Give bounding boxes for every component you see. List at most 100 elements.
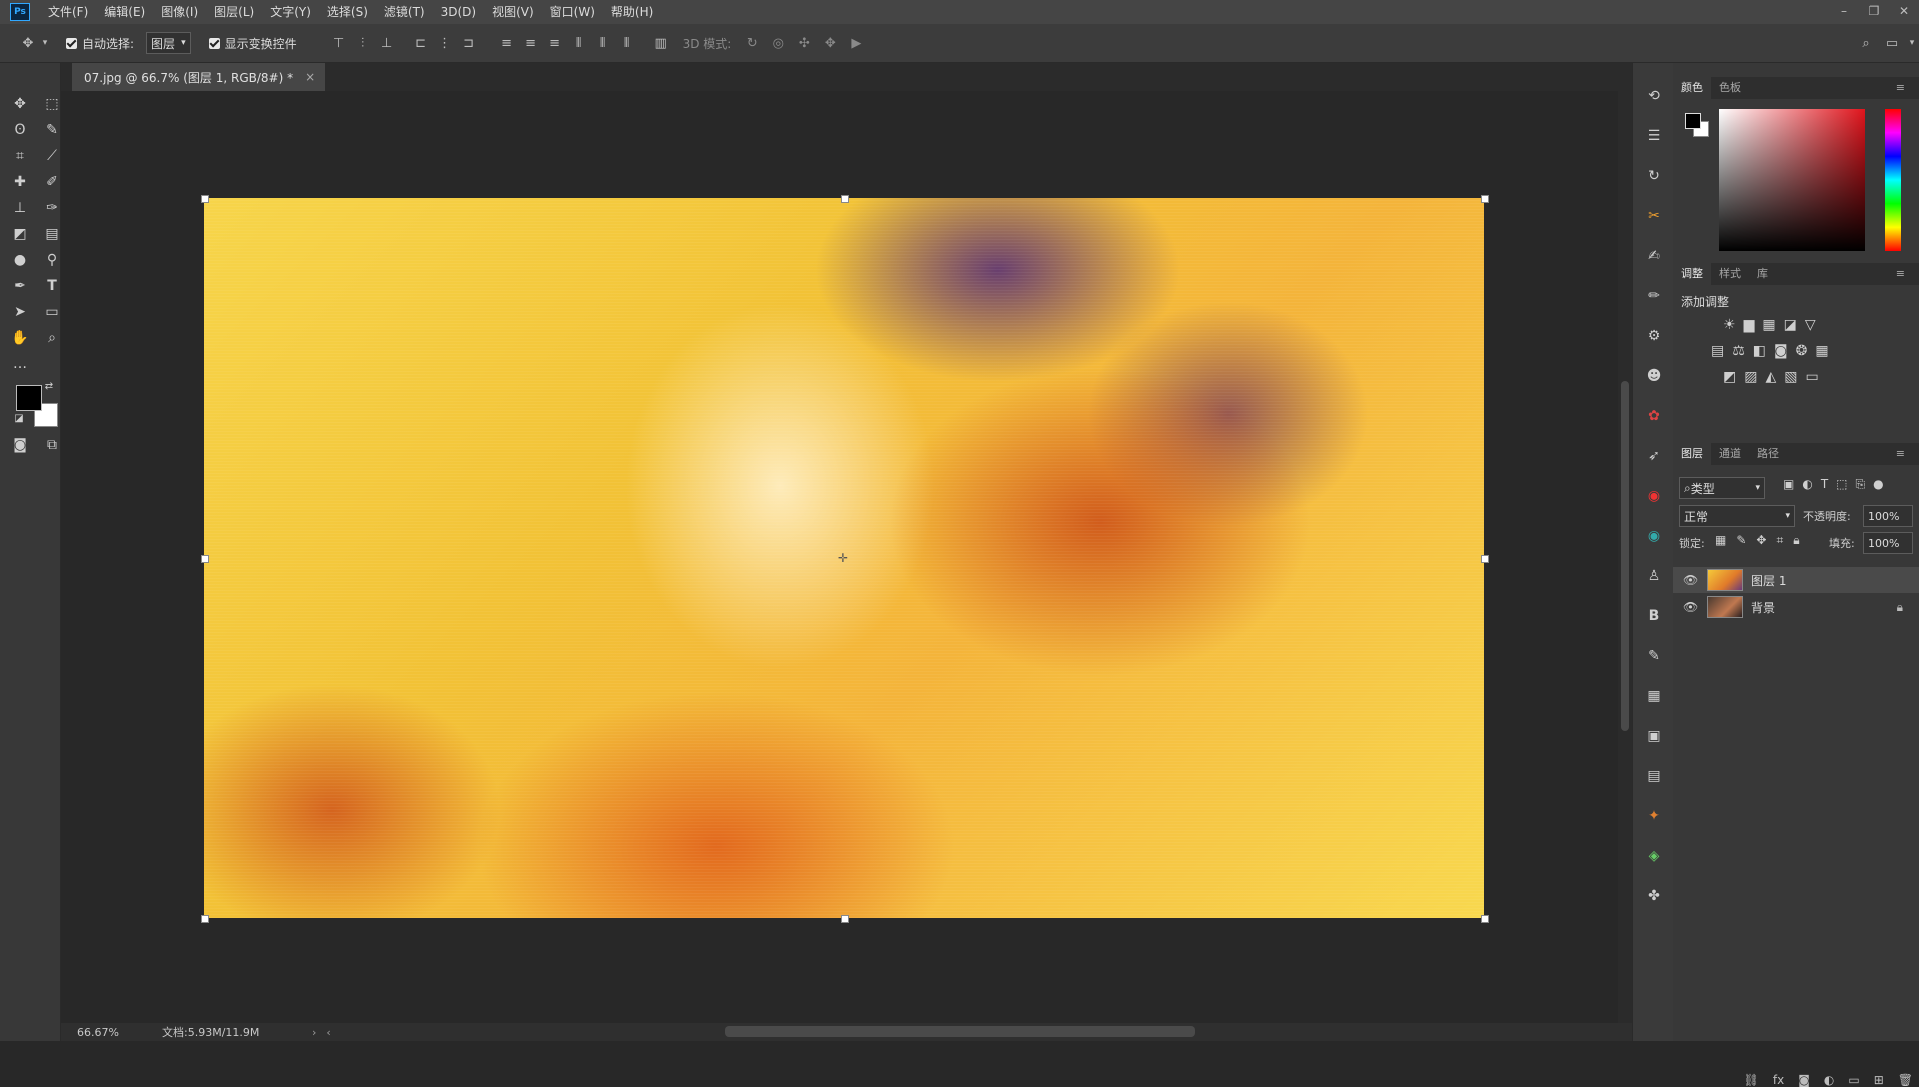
- more-tools-icon[interactable]: …: [8, 353, 32, 375]
- distribute-left-icon[interactable]: ⦀: [567, 36, 591, 51]
- close-tab-icon[interactable]: ×: [305, 70, 315, 84]
- transform-handle-bottom-right[interactable]: [1481, 915, 1489, 923]
- panel-menu-icon[interactable]: ≡: [1888, 77, 1913, 99]
- edit-plugin-icon[interactable]: ✎: [1643, 645, 1665, 667]
- menu-edit[interactable]: 编辑(E): [96, 0, 153, 24]
- lock-all-icon[interactable]: 🔒︎: [1793, 533, 1799, 548]
- retouch-plugin-icon[interactable]: ◉: [1643, 485, 1665, 507]
- distribute-bottom-icon[interactable]: ≡: [543, 36, 567, 51]
- transform-handle-top-center[interactable]: [841, 195, 849, 203]
- minimize-button[interactable]: –: [1829, 0, 1859, 24]
- restore-button[interactable]: ❐: [1859, 0, 1889, 24]
- filter-smart-object-icon[interactable]: ⎘: [1856, 477, 1866, 492]
- layer-row-background[interactable]: 👁︎ 背景 🔒︎: [1673, 594, 1919, 620]
- status-menu-arrow-icon[interactable]: ›: [312, 1026, 316, 1039]
- quick-mask-icon[interactable]: ◙: [8, 434, 32, 456]
- levels-icon[interactable]: ▆: [1744, 317, 1755, 333]
- filter-type-icon[interactable]: T: [1821, 477, 1828, 492]
- panel-foreground-swatch[interactable]: [1685, 113, 1701, 129]
- menu-3d[interactable]: 3D(D): [433, 0, 484, 24]
- saturation-brightness-picker[interactable]: [1719, 109, 1865, 251]
- refresh-plugin-icon[interactable]: ↻: [1643, 165, 1665, 187]
- lock-transparent-icon[interactable]: ▦: [1715, 533, 1726, 548]
- vibrance-icon[interactable]: ▽: [1805, 317, 1816, 333]
- eraser-tool-icon[interactable]: ◩: [8, 223, 32, 245]
- transform-handle-middle-right[interactable]: [1481, 555, 1489, 563]
- lock-image-icon[interactable]: ✎: [1736, 533, 1746, 548]
- close-button[interactable]: ✕: [1889, 0, 1919, 24]
- lock-position-icon[interactable]: ✥: [1756, 533, 1766, 548]
- scroll-left-icon[interactable]: ‹: [326, 1026, 330, 1039]
- filter-adjustment-icon[interactable]: ◐: [1802, 477, 1812, 492]
- align-hcenter-icon[interactable]: ⋮: [433, 36, 457, 51]
- menu-type[interactable]: 文字(Y): [262, 0, 319, 24]
- transform-center-icon[interactable]: ✛: [838, 551, 848, 565]
- panel-menu-icon[interactable]: ≡: [1888, 263, 1913, 285]
- bird-plugin-icon[interactable]: ➶: [1643, 445, 1665, 467]
- distribute-vcenter-icon[interactable]: ≡: [519, 36, 543, 51]
- filter-shape-icon[interactable]: ⬚: [1836, 477, 1847, 492]
- tab-channels[interactable]: 通道: [1711, 443, 1749, 465]
- new-adjustment-layer-icon[interactable]: ◐: [1824, 1073, 1834, 1087]
- swap-colors-icon[interactable]: ⇄: [42, 379, 56, 393]
- character-plugin-icon[interactable]: ☻: [1643, 365, 1665, 387]
- library-plugin-icon[interactable]: ▤: [1643, 765, 1665, 787]
- clone-stamp-icon[interactable]: ⊥: [8, 197, 32, 219]
- 3d-camera-icon[interactable]: ▶: [843, 36, 869, 51]
- align-top-icon[interactable]: ⊤: [327, 36, 351, 51]
- filter-toggle-icon[interactable]: ●: [1873, 477, 1883, 492]
- 3d-pan-icon[interactable]: ✣: [791, 36, 817, 51]
- transform-handle-bottom-center[interactable]: [841, 915, 849, 923]
- properties-panel-icon[interactable]: ☰: [1643, 125, 1665, 147]
- layer-name[interactable]: 背景: [1751, 599, 1775, 616]
- tab-swatches[interactable]: 色板: [1711, 77, 1749, 99]
- posterize-icon[interactable]: ▨: [1744, 369, 1757, 385]
- workspace-icon[interactable]: ▭: [1879, 36, 1905, 51]
- menu-select[interactable]: 选择(S): [319, 0, 376, 24]
- filter-pixel-icon[interactable]: ▣: [1783, 477, 1794, 492]
- color-balance-icon[interactable]: ⚖: [1732, 343, 1745, 359]
- horizontal-scroll-thumb[interactable]: [725, 1026, 1195, 1037]
- light-plugin-icon[interactable]: ♙: [1643, 565, 1665, 587]
- brush-presets-icon[interactable]: ✏: [1643, 285, 1665, 307]
- layer-style-icon[interactable]: fx: [1773, 1073, 1784, 1087]
- layer-name[interactable]: 图层 1: [1751, 572, 1786, 589]
- color-wheel-plugin-icon[interactable]: ✿: [1643, 405, 1665, 427]
- menu-file[interactable]: 文件(F): [40, 0, 96, 24]
- photo-filter-icon[interactable]: ◙: [1774, 343, 1788, 359]
- gradient-map-icon[interactable]: ▭: [1805, 369, 1818, 385]
- vertical-scrollbar[interactable]: [1618, 91, 1632, 1023]
- menu-help[interactable]: 帮助(H): [603, 0, 661, 24]
- auto-align-icon[interactable]: ▥: [649, 36, 673, 51]
- move-tool-icon[interactable]: ✥: [16, 36, 40, 51]
- layer-filter-dropdown[interactable]: ⌕ 类型 ▾: [1679, 477, 1765, 499]
- link-layers-icon[interactable]: ⛓: [1744, 1073, 1759, 1087]
- retouch-assist-icon[interactable]: ◉: [1643, 525, 1665, 547]
- move-tool-icon[interactable]: ✥: [8, 93, 32, 115]
- 3d-rotate-icon[interactable]: ↻: [739, 36, 765, 51]
- blend-mode-dropdown[interactable]: 正常 ▾: [1679, 505, 1795, 527]
- tab-adjustments[interactable]: 调整: [1673, 263, 1711, 285]
- foreground-color-swatch-top[interactable]: [16, 385, 42, 411]
- tools-plugin-icon[interactable]: ✂: [1643, 205, 1665, 227]
- menu-view[interactable]: 视图(V): [484, 0, 542, 24]
- lock-artboard-icon[interactable]: ⌗: [1776, 533, 1783, 548]
- default-colors-icon[interactable]: ◪: [12, 411, 26, 425]
- tool-preset-dropdown-icon[interactable]: ▾: [40, 38, 50, 48]
- distribute-hcenter-icon[interactable]: ⦀: [591, 36, 615, 51]
- brush-settings-icon[interactable]: ✍: [1643, 245, 1665, 267]
- tab-color[interactable]: 颜色: [1673, 77, 1711, 99]
- menu-layer[interactable]: 图层(L): [206, 0, 262, 24]
- map-plugin-icon[interactable]: ◈: [1643, 845, 1665, 867]
- channel-mixer-icon[interactable]: ❂: [1796, 343, 1808, 359]
- search-icon[interactable]: ⌕: [1853, 36, 1879, 51]
- invert-icon[interactable]: ◩: [1723, 369, 1736, 385]
- puzzle-plugin-icon[interactable]: ✤: [1643, 885, 1665, 907]
- panel-menu-icon[interactable]: ≡: [1888, 443, 1913, 465]
- hue-slider[interactable]: [1885, 109, 1901, 251]
- add-mask-icon[interactable]: ◙: [1798, 1073, 1810, 1087]
- transform-handle-bottom-left[interactable]: [201, 915, 209, 923]
- selective-color-icon[interactable]: ▧: [1784, 369, 1797, 385]
- auto-select-target-dropdown[interactable]: 图层 ▾: [146, 32, 191, 54]
- document-tab[interactable]: 07.jpg @ 66.7% (图层 1, RGB/8#) * ×: [72, 63, 326, 91]
